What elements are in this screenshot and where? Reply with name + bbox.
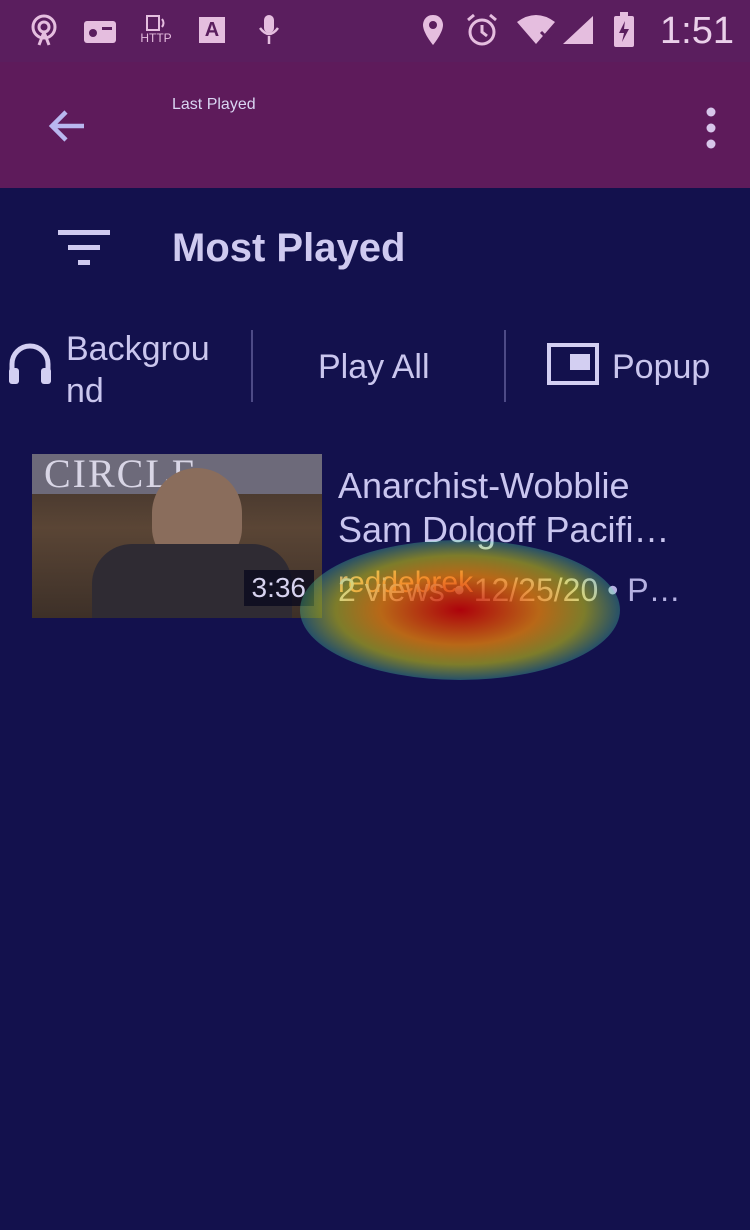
- background-play-button[interactable]: [6, 340, 54, 397]
- background-label-line1: Backgrou: [66, 330, 210, 368]
- status-bar: HTTP A 1:51: [0, 0, 750, 62]
- arrow-back-icon: [48, 110, 84, 142]
- video-title-line2: Sam Dolgoff Pacifi…: [338, 509, 670, 550]
- battery-charging-icon: [610, 10, 638, 50]
- radio-icon: [80, 10, 120, 50]
- divider: [504, 330, 506, 402]
- headphones-icon: [9, 343, 51, 384]
- location-icon: [418, 10, 448, 50]
- more-vert-icon: [706, 107, 716, 149]
- video-title[interactable]: Anarchist-Wobblie Sam Dolgoff Pacifi…: [338, 464, 728, 552]
- a-label: A: [199, 17, 225, 43]
- video-thumbnail: CIRCLE 3:36: [32, 454, 322, 618]
- video-meta: 2 views • 12/25/20 • P…: [338, 572, 681, 608]
- http-label: HTTP: [140, 31, 172, 45]
- background-label[interactable]: Backgrou nd: [66, 328, 210, 412]
- overflow-menu-button[interactable]: [696, 100, 726, 156]
- app-bar: [0, 62, 750, 188]
- signal-icon: [560, 10, 596, 50]
- hotspot-icon: [24, 10, 64, 50]
- keyboard-a-icon: A: [196, 10, 228, 50]
- status-time: 1:51: [660, 10, 734, 52]
- video-duration: 3:36: [243, 570, 314, 606]
- alarm-icon: [462, 10, 502, 50]
- play-all-button[interactable]: Play All: [318, 348, 430, 387]
- sort-icon[interactable]: [58, 228, 110, 268]
- picture-in-picture-icon: [547, 343, 599, 385]
- popup-label[interactable]: Popup: [612, 348, 710, 387]
- divider: [251, 330, 253, 402]
- sort-label[interactable]: Most Played: [172, 226, 405, 271]
- http-icon: HTTP: [134, 10, 178, 50]
- page-title: Last Played: [172, 96, 256, 113]
- popup-play-button[interactable]: [546, 342, 600, 395]
- back-button[interactable]: [40, 98, 96, 154]
- video-title-line1: Anarchist-Wobblie: [338, 465, 630, 506]
- mic-icon: [254, 10, 284, 50]
- background-label-line2: nd: [66, 372, 104, 410]
- wifi-icon: [514, 10, 558, 50]
